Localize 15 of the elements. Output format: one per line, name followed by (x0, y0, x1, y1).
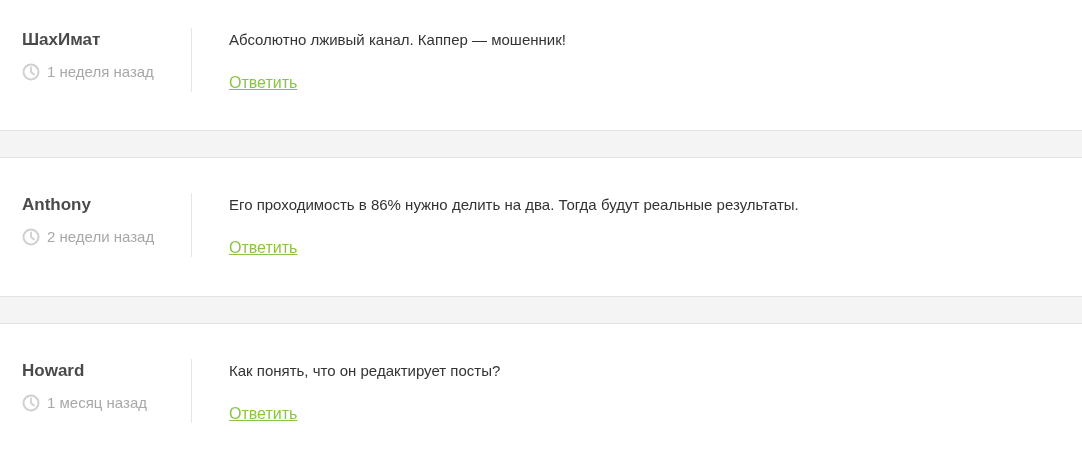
reply-link[interactable]: Ответить (229, 72, 298, 94)
author-name: Anthony (22, 194, 92, 216)
clock-icon (22, 63, 40, 81)
clock-icon (22, 394, 40, 412)
reply-link[interactable]: Ответить (229, 403, 298, 425)
comment-time: 1 месяц назад (47, 393, 147, 413)
comment-text: Как понять, что он редактирует посты? (229, 361, 501, 381)
comment-text: Его проходимость в 86% нужно делить на два. Тогда будут реальные результаты. (229, 195, 799, 215)
comment-time: 1 неделя назад (47, 62, 154, 82)
comment-time: 2 недели назад (47, 227, 155, 247)
reply-link[interactable]: Ответить (229, 237, 298, 259)
clock-icon (22, 228, 40, 246)
author-name: ШахИмат (22, 29, 102, 51)
comment-text: Абсолютно лживый канал. Каппер — мошенник! (229, 30, 566, 50)
author-name: Howard (22, 360, 86, 382)
